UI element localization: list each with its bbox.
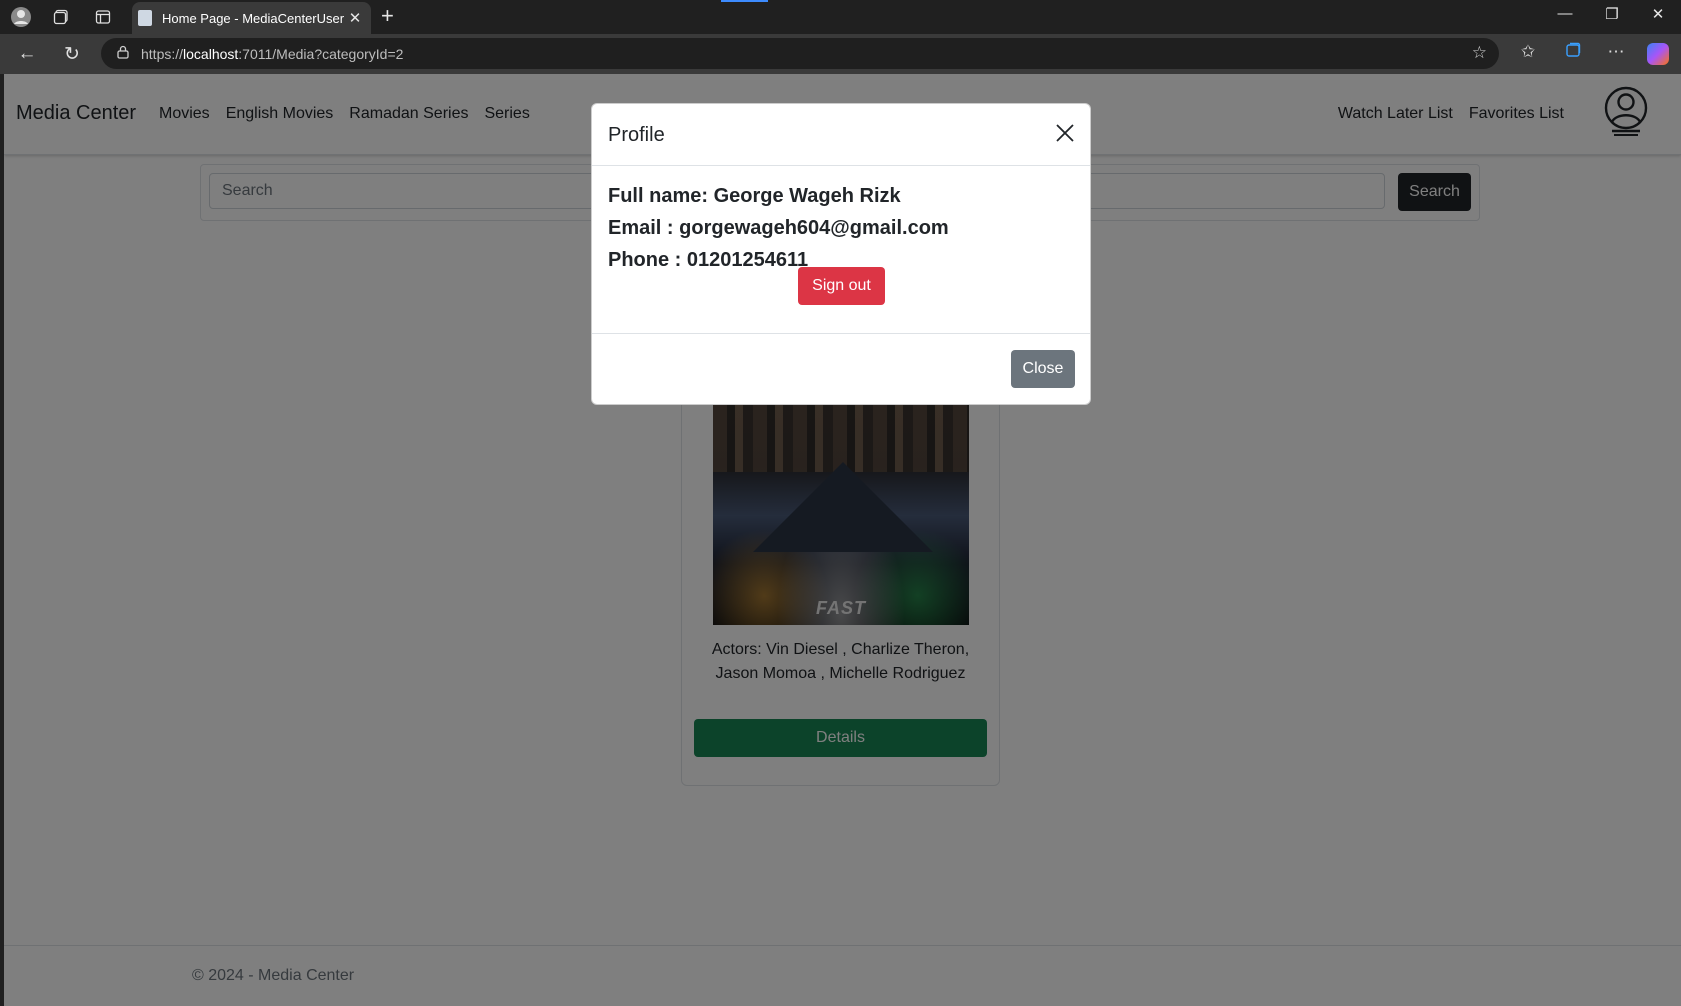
close-button[interactable]: Close bbox=[1011, 350, 1075, 388]
modal-header: Profile bbox=[592, 104, 1090, 166]
url-text: https://localhost:7011/Media?categoryId=… bbox=[141, 45, 404, 62]
more-options-icon[interactable]: ⋯ bbox=[1604, 42, 1628, 66]
profile-email: Email : gorgewageh604@gmail.com bbox=[608, 217, 949, 239]
lock-icon bbox=[117, 45, 133, 62]
tab-drag-indicator bbox=[721, 0, 768, 2]
page-favicon-icon bbox=[138, 10, 152, 26]
vertical-tabs-icon[interactable] bbox=[91, 5, 115, 29]
browser-profile-icon[interactable] bbox=[9, 5, 33, 29]
refresh-icon[interactable]: ↻ bbox=[59, 41, 85, 67]
new-tab-icon[interactable]: + bbox=[381, 5, 394, 27]
close-window-icon[interactable]: ✕ bbox=[1646, 5, 1670, 23]
active-tab[interactable]: Home Page - MediaCenterUser ✕ bbox=[132, 2, 371, 34]
modal-title: Profile bbox=[608, 124, 665, 146]
browser-toolbar: ← ↻ https://localhost:7011/Media?categor… bbox=[0, 34, 1681, 74]
favorite-star-icon[interactable]: ☆ bbox=[1472, 43, 1487, 63]
back-icon[interactable]: ← bbox=[14, 41, 40, 67]
copilot-icon[interactable] bbox=[1647, 43, 1669, 65]
collections-icon[interactable] bbox=[1561, 42, 1585, 66]
profile-modal: Profile Full name: George Wageh Rizk Ema… bbox=[591, 103, 1091, 405]
browser-tab-bar: Home Page - MediaCenterUser ✕ + — ❐ ✕ bbox=[0, 0, 1681, 34]
modal-body: Full name: George Wageh Rizk Email : gor… bbox=[608, 180, 1074, 305]
address-bar[interactable]: https://localhost:7011/Media?categoryId=… bbox=[101, 38, 1499, 69]
profile-full-name: Full name: George Wageh Rizk bbox=[608, 185, 901, 207]
close-tab-icon[interactable]: ✕ bbox=[345, 9, 365, 27]
close-icon[interactable] bbox=[1054, 122, 1076, 144]
page-viewport: Media Center Movies English Movies Ramad… bbox=[4, 74, 1681, 1006]
favorites-icon[interactable]: ✩ bbox=[1516, 42, 1540, 66]
restore-icon[interactable]: ❐ bbox=[1600, 5, 1624, 23]
minimize-icon[interactable]: — bbox=[1553, 5, 1577, 22]
modal-footer: Close bbox=[592, 333, 1090, 405]
tab-title: Home Page - MediaCenterUser bbox=[162, 10, 345, 26]
workspaces-icon[interactable] bbox=[49, 5, 73, 29]
sign-out-button[interactable]: Sign out bbox=[798, 267, 885, 305]
